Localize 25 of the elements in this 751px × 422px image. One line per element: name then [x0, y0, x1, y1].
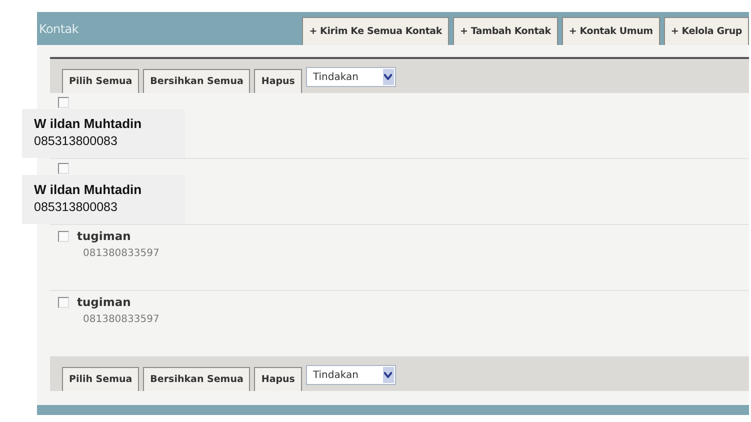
contact-phone: 081380833597: [82, 313, 160, 325]
panel-title: Kontak: [38, 22, 78, 36]
contact-phone: 085313800083: [34, 134, 118, 148]
contact-name: W ildan Muhtadin: [34, 116, 143, 131]
action-dropdown[interactable]: Tindakan: [306, 365, 396, 385]
contact-phone: 085313800083: [34, 200, 118, 214]
checkbox[interactable]: [58, 97, 69, 108]
toolbar-button[interactable]: Hapus: [254, 367, 302, 391]
contact-name: tugiman: [77, 295, 131, 309]
toolbar-button[interactable]: Bersihkan Semua: [143, 69, 250, 93]
contact-name: tugiman: [77, 229, 131, 243]
checkbox[interactable]: [58, 163, 69, 174]
tab-button[interactable]: + Kontak Umum: [562, 17, 660, 45]
tab-button[interactable]: + Kirim Ke Semua Kontak: [302, 17, 449, 45]
action-dropdown[interactable]: Tindakan: [306, 67, 396, 87]
contact-phone: 081380833597: [82, 247, 160, 259]
checkbox[interactable]: [58, 230, 69, 242]
tab-button[interactable]: + Kelola Grup: [664, 17, 749, 45]
toolbar-button[interactable]: Pilih Semua: [62, 69, 140, 93]
toolbar-button[interactable]: Bersihkan Semua: [143, 367, 250, 391]
toolbar-button[interactable]: Pilih Semua: [62, 367, 140, 391]
toolbar-button[interactable]: Hapus: [254, 69, 302, 93]
contact-name: W ildan Muhtadin: [34, 182, 143, 197]
checkbox[interactable]: [58, 296, 69, 308]
tab-button[interactable]: + Tambah Kontak: [453, 17, 558, 45]
